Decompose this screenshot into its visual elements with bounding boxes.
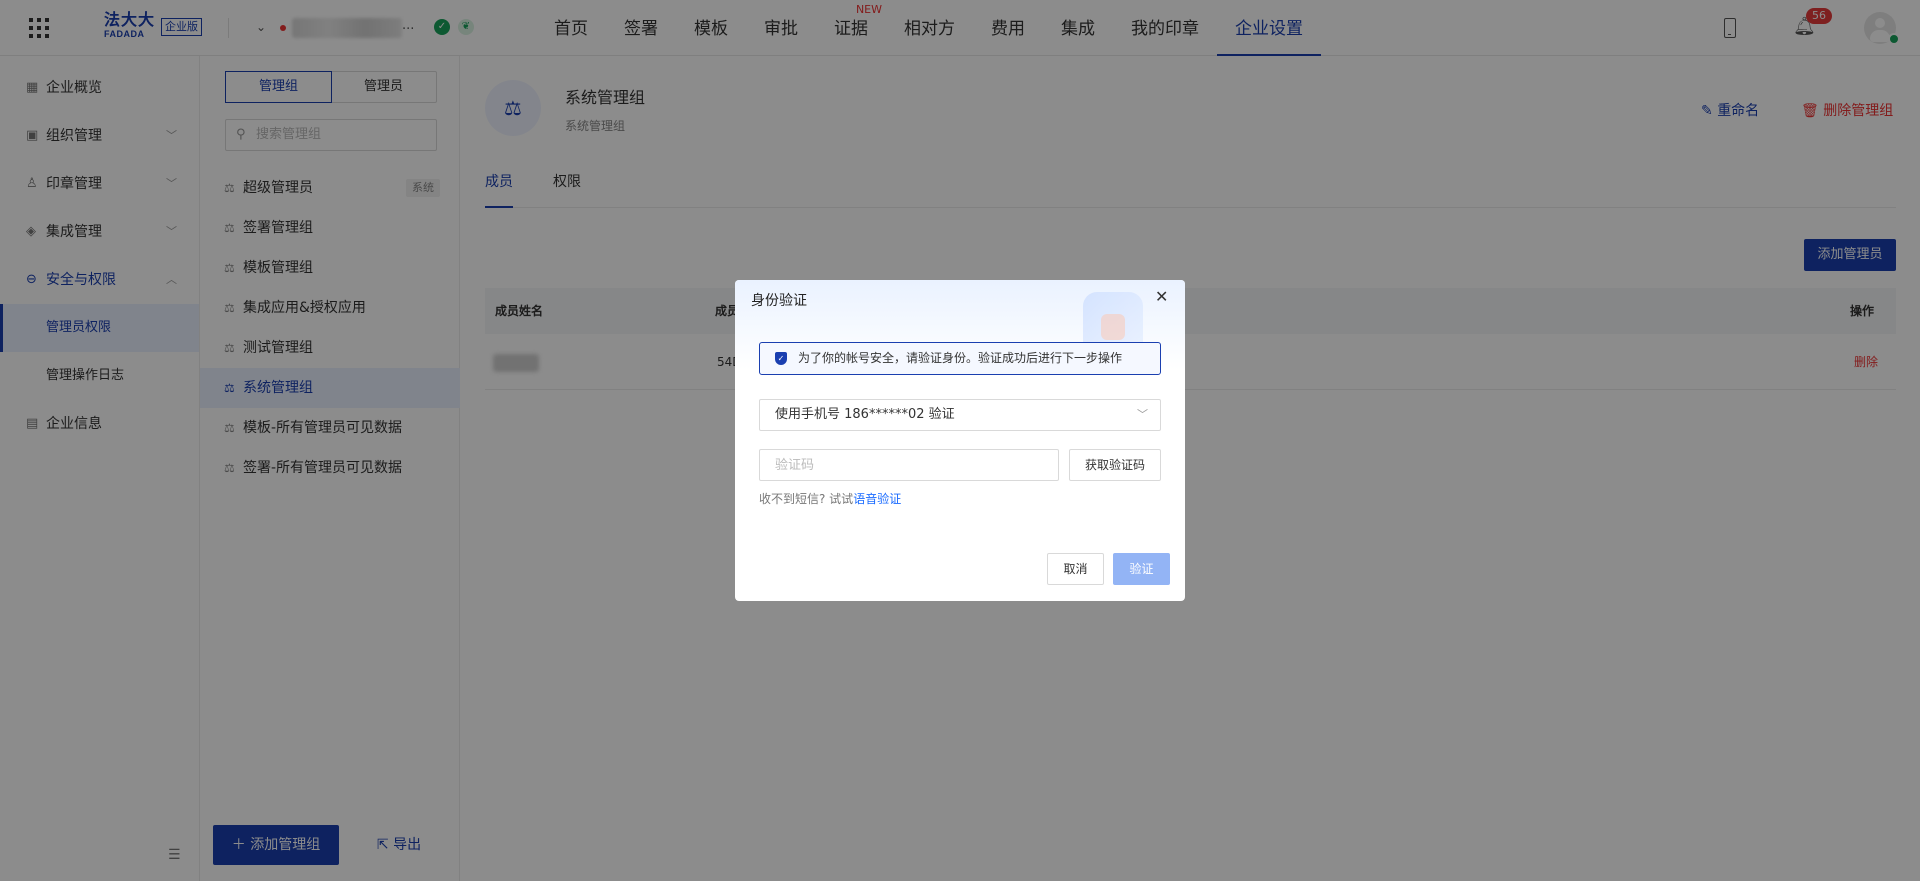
shield-icon: ✓ — [775, 352, 787, 365]
security-notice-text: 为了你的帐号安全，请验证身份。验证成功后进行下一步操作 — [798, 351, 1123, 365]
get-code-button[interactable]: 获取验证码 — [1069, 449, 1161, 481]
verify-method-value: 使用手机号 186******02 验证 — [775, 407, 955, 422]
chevron-down-icon: ﹀ — [1137, 408, 1148, 421]
close-icon[interactable]: ✕ — [1155, 287, 1168, 306]
verify-button[interactable]: 验证 — [1113, 553, 1170, 585]
sms-hint-text: 收不到短信? 试试 — [759, 492, 854, 506]
cancel-button[interactable]: 取消 — [1047, 553, 1104, 585]
voice-verify-link[interactable]: 语音验证 — [853, 492, 901, 506]
sms-hint: 收不到短信? 试试语音验证 — [759, 490, 901, 507]
verify-method-select[interactable]: 使用手机号 186******02 验证 ﹀ — [759, 399, 1161, 431]
security-notice: ✓ 为了你的帐号安全，请验证身份。验证成功后进行下一步操作 — [759, 342, 1161, 375]
verification-code-input[interactable] — [759, 449, 1059, 481]
modal-title: 身份验证 — [751, 293, 807, 309]
identity-verify-dialog: 身份验证 ✕ ✓ 为了你的帐号安全，请验证身份。验证成功后进行下一步操作 使用手机… — [735, 280, 1185, 601]
